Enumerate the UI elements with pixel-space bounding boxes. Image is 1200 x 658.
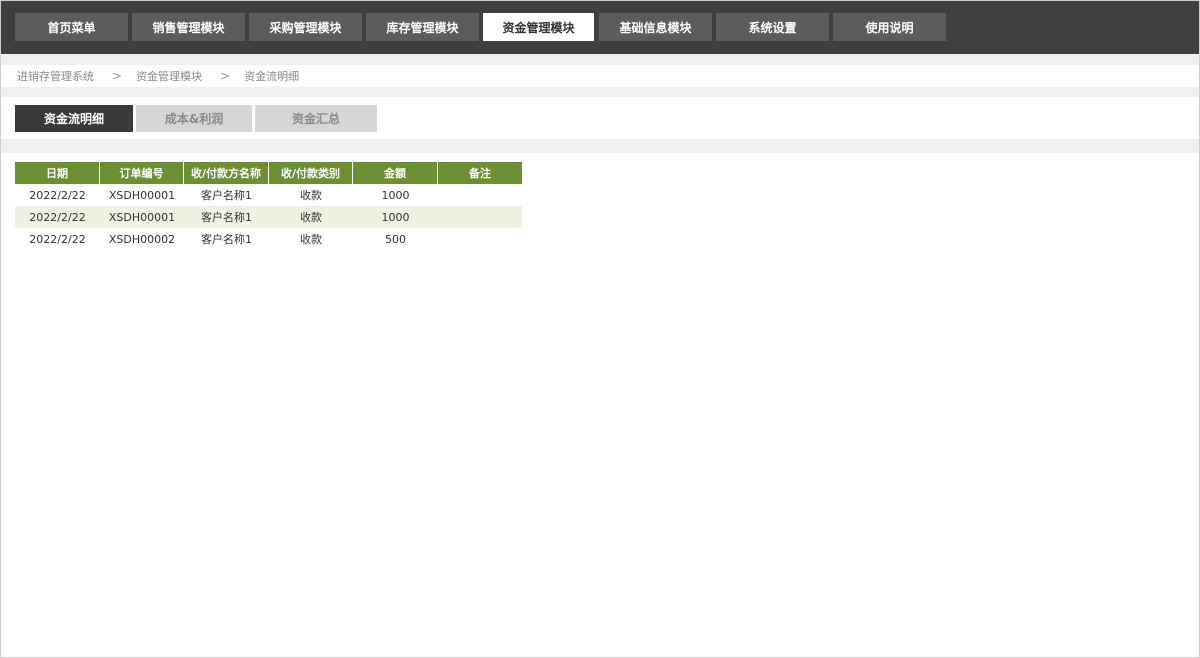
tab-fund-summary[interactable]: 资金汇总	[255, 105, 377, 132]
cell-remark	[438, 184, 522, 206]
breadcrumb-item-finance-module[interactable]: 资金管理模块	[136, 68, 202, 84]
nav-home-menu[interactable]: 首页菜单	[15, 13, 128, 41]
table-row[interactable]: 2022/2/22 XSDH00002 客户名称1 收款 500	[15, 228, 522, 250]
breadcrumb-item-system[interactable]: 进销存管理系统	[17, 68, 94, 84]
breadcrumb-separator-icon: >	[112, 69, 123, 83]
spacer-band	[1, 139, 1199, 153]
cell-date: 2022/2/22	[29, 210, 86, 224]
column-header-payment-type: 收/付款类别	[269, 162, 353, 184]
cell-amount: 1000	[381, 188, 410, 202]
cell-date: 2022/2/22	[29, 188, 86, 202]
cell-remark	[438, 228, 522, 250]
column-header-remark: 备注	[438, 162, 522, 184]
breadcrumb-separator-icon: >	[220, 69, 231, 83]
column-header-order-no: 订单编号	[100, 162, 184, 184]
cell-date: 2022/2/22	[29, 232, 86, 246]
cell-amount: 500	[385, 232, 406, 246]
nav-purchase-module[interactable]: 采购管理模块	[249, 13, 362, 41]
cell-party-name: 客户名称1	[201, 233, 252, 246]
nav-user-guide[interactable]: 使用说明	[833, 13, 946, 41]
column-header-amount: 金额	[353, 162, 438, 184]
cell-payment-type: 收款	[300, 211, 322, 224]
spacer-band	[1, 87, 1199, 97]
table-header-row: 日期 订单编号 收/付款方名称 收/付款类别 金额 备注	[15, 162, 522, 184]
breadcrumb: 进销存管理系统 > 资金管理模块 > 资金流明细	[1, 65, 1199, 87]
cell-remark	[438, 206, 522, 228]
table-row[interactable]: 2022/2/22 XSDH00001 客户名称1 收款 1000	[15, 206, 522, 228]
cell-amount: 1000	[381, 210, 410, 224]
nav-system-settings[interactable]: 系统设置	[716, 13, 829, 41]
cell-order-no: XSDH00001	[108, 188, 176, 202]
spacer-band	[1, 54, 1199, 65]
cell-order-no: XSDH00002	[108, 232, 176, 246]
cell-payment-type: 收款	[300, 233, 322, 246]
column-header-party-name: 收/付款方名称	[184, 162, 269, 184]
cell-party-name: 客户名称1	[201, 189, 252, 202]
top-navigation-bar: 首页菜单 销售管理模块 采购管理模块 库存管理模块 资金管理模块 基础信息模块 …	[1, 1, 1199, 54]
cell-order-no: XSDH00001	[108, 210, 176, 224]
nav-sales-module[interactable]: 销售管理模块	[132, 13, 245, 41]
table-row[interactable]: 2022/2/22 XSDH00001 客户名称1 收款 1000	[15, 184, 522, 206]
tab-cost-profit[interactable]: 成本&利润	[136, 105, 252, 132]
cell-party-name: 客户名称1	[201, 211, 252, 224]
tab-fund-flow-detail[interactable]: 资金流明细	[15, 105, 133, 132]
fund-flow-table: 日期 订单编号 收/付款方名称 收/付款类别 金额 备注 2022/2/22 X…	[15, 162, 522, 250]
sub-tab-bar: 资金流明细 成本&利润 资金汇总	[1, 97, 1199, 139]
breadcrumb-item-current: 资金流明细	[244, 70, 300, 83]
nav-finance-module[interactable]: 资金管理模块	[483, 13, 594, 41]
column-header-date: 日期	[15, 162, 100, 184]
app-window: 首页菜单 销售管理模块 采购管理模块 库存管理模块 资金管理模块 基础信息模块 …	[0, 0, 1200, 658]
nav-inventory-module[interactable]: 库存管理模块	[366, 13, 479, 41]
cell-payment-type: 收款	[300, 189, 322, 202]
nav-basic-info-module[interactable]: 基础信息模块	[599, 13, 712, 41]
